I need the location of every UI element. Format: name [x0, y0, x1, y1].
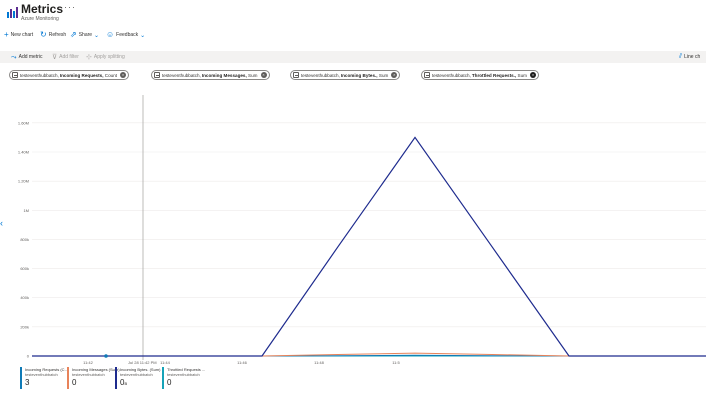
refresh-label: Refresh [48, 32, 67, 38]
chart-type-label: Line ch [684, 54, 701, 60]
pill-metric: Incoming Bytes., [340, 72, 378, 78]
command-bar: + New chart ↻ Refresh ⇗ Share ⌄ ☺ Feedba… [0, 29, 706, 41]
pill-aggregation: Sum [248, 72, 258, 78]
feedback-label: Feedback [116, 32, 139, 38]
metric-pill-throttled-requests[interactable]: testeventhubbatch, Throttled Requests., … [421, 70, 539, 80]
metric-pill-incoming-bytes[interactable]: testeventhubbatch, Incoming Bytes., Sum … [290, 70, 401, 80]
resource-icon [12, 72, 18, 78]
feedback-button[interactable]: ☺ Feedback ⌄ [106, 29, 145, 41]
add-filter-button[interactable]: ⊽ Add filter [52, 51, 79, 63]
add-metric-label: Add metric [18, 54, 43, 60]
x-tick-label: 11:42 [83, 360, 93, 365]
metric-pill-incoming-messages[interactable]: testeventhubbatch, Incoming Messages, Su… [151, 70, 270, 80]
y-tick-label: 600k [20, 266, 29, 271]
page-header: Metrics ··· Azure Monitoring [0, 0, 706, 28]
pill-resource: testeventhubbatch, [432, 72, 471, 78]
smiley-icon: ☺ [106, 30, 115, 39]
apply-splitting-label: Apply splitting [93, 54, 125, 60]
resource-icon [154, 72, 160, 78]
pill-aggregation: Sum [517, 72, 527, 78]
close-icon[interactable]: × [391, 72, 398, 78]
x-tick-label: 11:5 [392, 360, 400, 365]
series-line [32, 136, 706, 357]
metrics-chart[interactable]: 0 200k 400k 600k 800k 1M 1.20M 1.40M 1.60M 11:42 1… [0, 95, 706, 370]
legend-value: 3 [25, 378, 30, 387]
cursor-time-label: Jul 28 11:42 PM [128, 360, 157, 365]
new-chart-button[interactable]: + New chart [4, 29, 33, 41]
metric-pill-incoming-requests[interactable]: testeventhubbatch, Incoming Requests, Co… [9, 70, 130, 80]
pill-resource: testeventhubbatch, [20, 72, 59, 78]
x-tick-label: 11:44 [160, 360, 170, 365]
y-tick-label: 200k [20, 324, 29, 329]
legend-resource: testeventhubbatch [25, 372, 58, 377]
filter-icon: ⊽ [52, 53, 58, 61]
chevron-down-icon: ⌄ [94, 32, 100, 39]
legend-item-incoming-messages[interactable]: Incoming Messages (Sum) testeventhubbatc… [67, 367, 120, 389]
y-tick-label: 1M [23, 208, 29, 213]
refresh-icon: ↻ [40, 30, 47, 39]
legend-item-throttled-requests[interactable]: Throttled Requests ... testeventhubbatch… [162, 367, 205, 389]
share-label: Share [78, 32, 93, 38]
line-chart-icon: ⫽ [679, 53, 683, 60]
plus-icon: + [4, 30, 9, 39]
x-tick-label: 11:48 [314, 360, 324, 365]
more-options-button[interactable]: ··· [64, 2, 76, 12]
page-subtitle: Azure Monitoring [21, 16, 59, 22]
close-icon[interactable]: × [529, 72, 536, 78]
page-title: Metrics [21, 2, 64, 16]
pill-aggregation: Sum [378, 72, 389, 78]
y-tick-label: 800k [20, 237, 29, 242]
chevron-down-icon: ⌄ [140, 32, 146, 39]
close-icon[interactable]: × [120, 72, 127, 78]
cursor-point [104, 354, 108, 358]
resource-icon [424, 72, 430, 78]
metrics-icon [7, 7, 18, 18]
splitting-icon: ⊹ [86, 53, 92, 61]
legend-value: 0 [167, 378, 172, 387]
pill-metric: Incoming Messages, [201, 72, 247, 78]
add-metric-icon: ⤳ [11, 53, 17, 61]
pill-metric: Incoming Requests, [59, 72, 104, 78]
close-icon[interactable]: × [260, 72, 267, 78]
chart-toolbar: ⤳ Add metric ⊽ Add filter ⊹ Apply splitt… [0, 51, 706, 63]
share-icon: ⇗ [70, 30, 77, 39]
legend-resource: testeventhubbatch [167, 372, 200, 377]
add-filter-label: Add filter [59, 54, 79, 60]
y-tick-label: 400k [20, 295, 29, 300]
y-tick-label: 1.20M [18, 179, 29, 184]
resource-icon [293, 72, 299, 78]
new-chart-label: New chart [10, 32, 34, 38]
legend-value: 0 [72, 378, 77, 387]
legend-value-unit: B [124, 381, 128, 386]
pill-aggregation: Count [104, 72, 118, 78]
apply-splitting-button[interactable]: ⊹ Apply splitting [86, 51, 125, 63]
legend-item-incoming-requests[interactable]: Incoming Requests (C... testeventhubbatc… [20, 367, 68, 389]
y-tick-label: 1.40M [18, 150, 29, 155]
legend-item-incoming-bytes[interactable]: Incoming Bytes. (Sum) testeventhubbatch … [115, 367, 160, 389]
x-tick-label: 11:46 [237, 360, 247, 365]
pill-resource: testeventhubbatch, [162, 72, 201, 78]
share-button[interactable]: ⇗ Share ⌄ [70, 29, 99, 41]
refresh-button[interactable]: ↻ Refresh [40, 29, 66, 41]
add-metric-button[interactable]: ⤳ Add metric [11, 51, 43, 63]
chart-type-button[interactable]: ⫽ Line ch [679, 51, 700, 63]
legend-resource: testeventhubbatch [72, 372, 105, 377]
y-tick-label: 0 [27, 354, 30, 359]
pill-metric: Throttled Requests., [471, 72, 517, 78]
legend-value: 0B [120, 378, 160, 387]
legend-resource: testeventhubbatch [120, 372, 153, 377]
pill-resource: testeventhubbatch, [301, 72, 340, 78]
y-tick-label: 1.60M [18, 120, 29, 125]
